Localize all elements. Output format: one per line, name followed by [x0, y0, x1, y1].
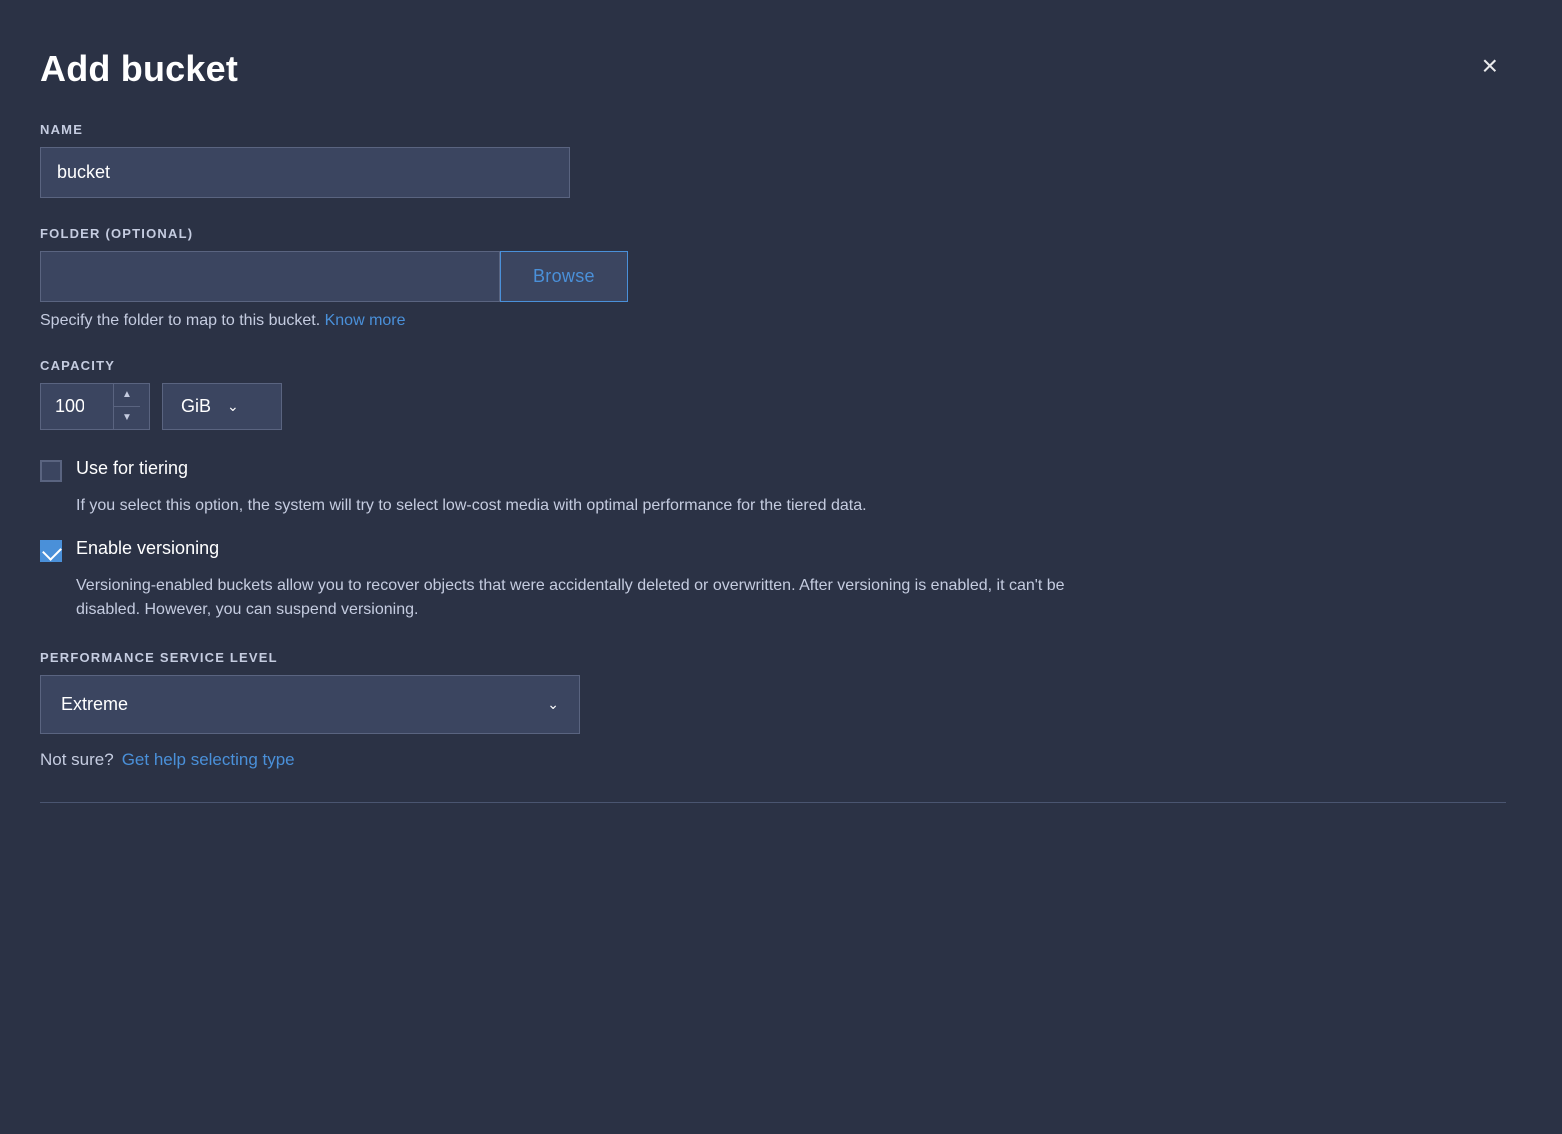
tiering-section: Use for tiering If you select this optio…	[40, 458, 1506, 518]
versioning-checkbox-row: Enable versioning	[40, 538, 1506, 562]
unit-chevron-icon: ⌄	[227, 398, 239, 415]
spinner-down-button[interactable]: ▼	[114, 407, 140, 429]
versioning-checkbox[interactable]	[40, 540, 62, 562]
tiering-label[interactable]: Use for tiering	[76, 458, 188, 479]
performance-label: PERFORMANCE SERVICE LEVEL	[40, 650, 1506, 665]
folder-input[interactable]	[40, 251, 500, 302]
unit-select[interactable]: GiB ⌄	[162, 383, 282, 430]
folder-hint: Specify the folder to map to this bucket…	[40, 312, 1506, 330]
tiering-checkbox-row: Use for tiering	[40, 458, 1506, 482]
versioning-label[interactable]: Enable versioning	[76, 538, 219, 559]
capacity-label: CAPACITY	[40, 358, 1506, 373]
capacity-input[interactable]	[41, 384, 113, 429]
name-section: NAME	[40, 122, 1506, 198]
capacity-input-wrapper: ▲ ▼	[40, 383, 150, 430]
get-help-link[interactable]: Get help selecting type	[122, 750, 295, 770]
folder-row: Browse	[40, 251, 1506, 302]
versioning-section: Enable versioning Versioning-enabled buc…	[40, 538, 1506, 622]
add-bucket-dialog: Add bucket × NAME FOLDER (OPTIONAL) Brow…	[0, 0, 1562, 1134]
performance-select[interactable]: Extreme ⌄	[40, 675, 580, 734]
not-sure-text: Not sure?	[40, 750, 114, 770]
spinner-up-button[interactable]: ▲	[114, 384, 140, 407]
know-more-link[interactable]: Know more	[325, 312, 406, 329]
versioning-description: Versioning-enabled buckets allow you to …	[76, 574, 1076, 622]
close-button[interactable]: ×	[1474, 48, 1506, 84]
folder-label: FOLDER (OPTIONAL)	[40, 226, 1506, 241]
capacity-section: CAPACITY ▲ ▼ GiB ⌄	[40, 358, 1506, 430]
name-input[interactable]	[40, 147, 570, 198]
spinner-buttons: ▲ ▼	[113, 384, 140, 429]
tiering-description: If you select this option, the system wi…	[76, 494, 1076, 518]
dialog-header: Add bucket ×	[40, 48, 1506, 90]
name-label: NAME	[40, 122, 1506, 137]
tiering-checkbox[interactable]	[40, 460, 62, 482]
browse-button[interactable]: Browse	[500, 251, 628, 302]
capacity-row: ▲ ▼ GiB ⌄	[40, 383, 1506, 430]
performance-value: Extreme	[61, 694, 128, 715]
performance-section: PERFORMANCE SERVICE LEVEL Extreme ⌄ Not …	[40, 650, 1506, 770]
dialog-title: Add bucket	[40, 48, 238, 90]
folder-section: FOLDER (OPTIONAL) Browse Specify the fol…	[40, 226, 1506, 330]
bottom-divider	[40, 802, 1506, 803]
not-sure-row: Not sure? Get help selecting type	[40, 750, 1506, 770]
performance-chevron-icon: ⌄	[547, 696, 559, 713]
unit-label: GiB	[181, 396, 211, 417]
